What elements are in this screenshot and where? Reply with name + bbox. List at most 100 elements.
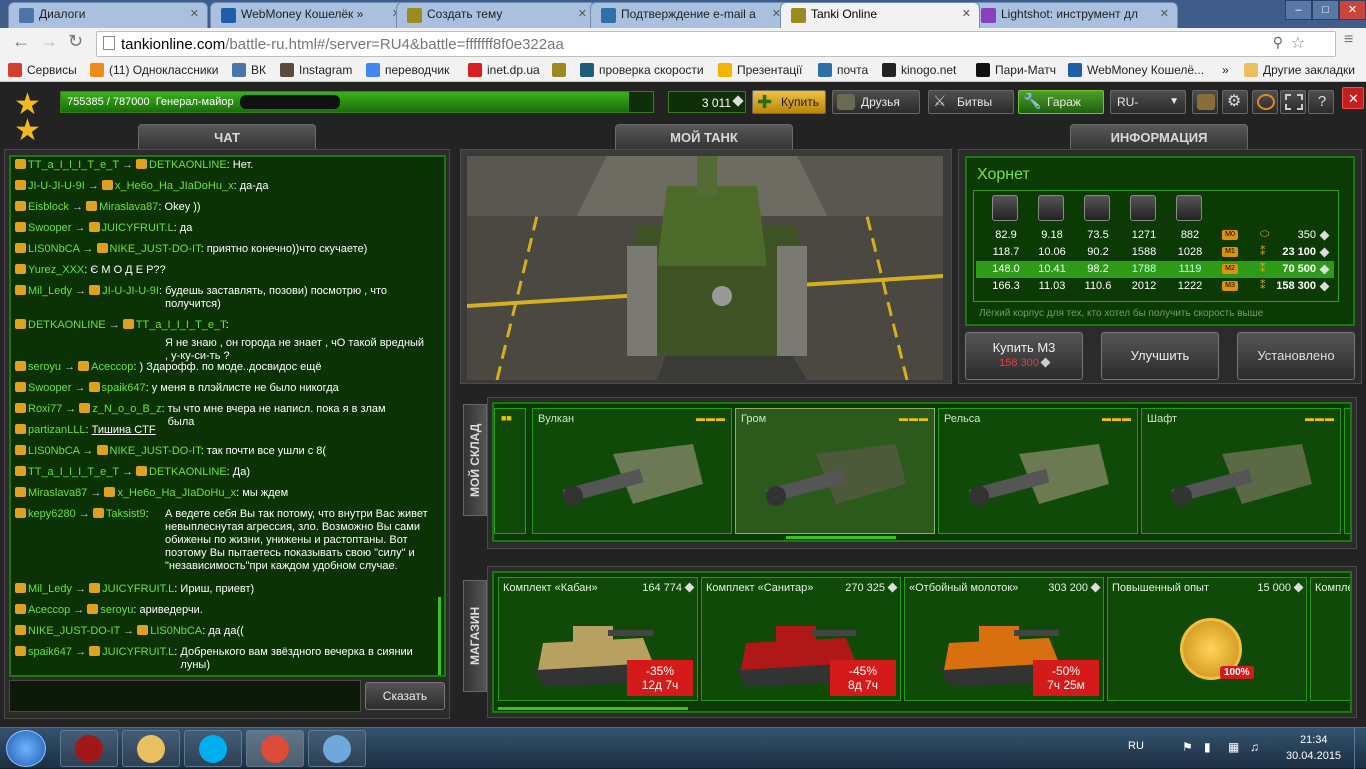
bookmark-item[interactable]: inet.dp.ua: [468, 63, 540, 77]
settings-button[interactable]: ⚙: [1222, 90, 1248, 114]
garage-item[interactable]: Вулкан ▬▬▬: [532, 408, 732, 534]
chat-scrollbar[interactable]: [438, 597, 441, 675]
exit-button[interactable]: ✕: [1342, 87, 1364, 109]
chat-sender[interactable]: Swooper: [28, 222, 71, 234]
tab-close-icon[interactable]: ✕: [578, 7, 587, 20]
bookmark-item[interactable]: переводчик: [366, 63, 449, 77]
chat-recipient[interactable]: x_He6o_Ha_JIaDoHu_x: [117, 487, 236, 499]
battles-button[interactable]: ⚔ Битвы: [928, 90, 1014, 114]
chat-sender[interactable]: spaik647: [28, 646, 72, 658]
show-desktop-button[interactable]: [1354, 728, 1366, 769]
chat-sender[interactable]: partizanLLL: [28, 424, 86, 436]
buy-m3-button[interactable]: Купить M3 158 300: [965, 332, 1083, 380]
taskbar-app[interactable]: [60, 730, 118, 767]
chat-log[interactable]: TT_a_I_I_I_T_e_T → DETKAONLINE: Нет. JI-U…: [9, 155, 446, 677]
chat-sender[interactable]: Mil_Ledy: [28, 583, 72, 595]
chat-sender[interactable]: LIS0NbCA: [28, 445, 79, 457]
address-bar[interactable]: tankionline.com/battle-ru.html#/server=R…: [96, 31, 1336, 57]
language-select[interactable]: RU- ▼: [1110, 90, 1186, 114]
bookmark-item[interactable]: »: [1222, 63, 1229, 77]
shop-scrollbar[interactable]: [498, 707, 688, 710]
clan-button[interactable]: [1192, 90, 1218, 114]
browser-tab[interactable]: Tanki Online ✕: [780, 2, 980, 28]
tab-close-icon[interactable]: ✕: [962, 7, 971, 20]
reload-icon[interactable]: ↻: [68, 31, 83, 52]
tab-close-icon[interactable]: ✕: [1160, 7, 1169, 20]
chat-sender[interactable]: Roxi77: [28, 403, 62, 415]
bookmark-item[interactable]: проверка скорости: [580, 63, 704, 77]
chat-sender[interactable]: JI-U-JI-U-9I: [28, 180, 85, 192]
taskbar-app[interactable]: [122, 730, 180, 767]
chat-recipient[interactable]: DETKAONLINE: [149, 466, 227, 478]
chat-sender[interactable]: LIS0NbCA: [28, 243, 79, 255]
taskbar-app[interactable]: [246, 730, 304, 767]
chat-sender[interactable]: Yurez_XXX: [28, 264, 84, 276]
chat-sender[interactable]: Miraslava87: [28, 487, 87, 499]
bookmark-item[interactable]: Другие закладки: [1244, 63, 1355, 77]
buy-crystals-button[interactable]: ✚ Купить: [752, 90, 826, 114]
back-icon[interactable]: ←: [12, 31, 30, 52]
stats-row[interactable]: 82.9 9.18 73.5 1271 882 M0 ⬭ 350: [976, 227, 1334, 244]
bookmark-item[interactable]: Instagram: [280, 63, 352, 77]
chat-sender[interactable]: TT_a_I_I_I_T_e_T: [28, 159, 119, 171]
garage-item[interactable]: Рельса ▬▬▬: [938, 408, 1138, 534]
network-icon[interactable]: ▦: [1228, 740, 1239, 754]
chat-recipient[interactable]: x_He6o_Ha_JIaDoHu_x: [115, 180, 234, 192]
chat-input[interactable]: [9, 680, 361, 712]
browser-tab[interactable]: Создать тему ✕: [396, 2, 596, 28]
flag-icon[interactable]: ⚑: [1182, 740, 1193, 754]
bookmark-item[interactable]: Сервисы: [8, 63, 77, 77]
bookmark-item[interactable]: [552, 63, 571, 77]
stats-row[interactable]: 166.3 11.03 110.6 2012 1222 M3 ⁑ 158 300: [976, 278, 1334, 295]
garage-item[interactable]: Гром ▬▬▬: [735, 408, 935, 534]
bookmark-item[interactable]: Пари-Матч: [976, 63, 1056, 77]
chat-recipient[interactable]: Taksist9: [106, 508, 146, 520]
bookmark-item[interactable]: WebMoney Кошелё...: [1068, 63, 1204, 77]
fullscreen-button[interactable]: [1280, 90, 1306, 114]
chat-sender[interactable]: Acеccop: [28, 604, 70, 616]
chat-recipient[interactable]: seroyu: [100, 604, 133, 616]
chat-recipient[interactable]: LIS0NbCA: [150, 625, 202, 637]
chat-recipient[interactable]: JUICYFRUIT.L: [102, 222, 174, 234]
chat-recipient[interactable]: Acеccop: [91, 361, 133, 373]
menu-icon[interactable]: ≡: [1344, 31, 1353, 49]
maximize-button[interactable]: □: [1312, 0, 1339, 20]
chat-sender[interactable]: DETKAONLINE: [28, 319, 106, 331]
bookmark-item[interactable]: kinogo.net: [882, 63, 956, 77]
chat-recipient[interactable]: spaik647: [102, 382, 146, 394]
device-icon[interactable]: ▮: [1204, 740, 1211, 754]
garage-scrollbar[interactable]: [786, 536, 896, 539]
upgrade-button[interactable]: Улучшить: [1101, 332, 1219, 380]
shop-item[interactable]: Комплект «Санитар» 270 325 -45% 8д 7ч: [701, 577, 901, 701]
clock-time[interactable]: 21:34: [1300, 734, 1328, 746]
chat-recipient[interactable]: JI-U-JI-U-9I: [102, 285, 159, 297]
stats-row[interactable]: 148.0 10.41 98.2 1788 1119 M2 ⁑ 70 500: [976, 261, 1334, 278]
garage-button[interactable]: 🔧 Гараж: [1018, 90, 1104, 114]
installed-button[interactable]: Установлено: [1237, 332, 1355, 380]
say-button[interactable]: Сказать: [365, 682, 445, 710]
chat-sender[interactable]: kepy6280: [28, 508, 76, 520]
chat-sender[interactable]: Swooper: [28, 382, 71, 394]
chat-recipient[interactable]: NIKE_JUST-DO-IT: [110, 243, 201, 255]
bookmark-item[interactable]: Презентації: [718, 63, 802, 77]
volume-icon[interactable]: ♫: [1250, 740, 1259, 754]
forward-icon[interactable]: →: [40, 31, 58, 52]
chat-sender[interactable]: seroyu: [28, 361, 61, 373]
chat-sender[interactable]: Mil_Ledy: [28, 285, 72, 297]
chat-recipient[interactable]: Miraslava87: [99, 201, 158, 213]
bookmark-item[interactable]: почта: [818, 63, 868, 77]
browser-tab[interactable]: Lightshot: инструмент дл ✕: [970, 2, 1178, 28]
stats-row[interactable]: 118.7 10.06 90.2 1588 1028 M1 ⁑ 23 100: [976, 244, 1334, 261]
chat-sender[interactable]: NIKE_JUST-DO-IT: [28, 625, 120, 637]
chat-recipient[interactable]: JUICYFRUIT.L: [102, 583, 174, 595]
browser-tab[interactable]: Подтверждение e-mail а ✕: [590, 2, 790, 28]
chat-sender[interactable]: TT_a_I_I_I_T_e_T: [28, 466, 119, 478]
shop-item[interactable]: Повышенный опыт 15 000 100%: [1107, 577, 1307, 701]
next-item-edge[interactable]: [1344, 408, 1350, 534]
friends-button[interactable]: Друзья: [832, 90, 920, 114]
chat-recipient[interactable]: JUICYFRUIT.L: [102, 646, 174, 658]
clock-date[interactable]: 30.04.2015: [1286, 750, 1341, 762]
tray-language[interactable]: RU: [1128, 740, 1144, 752]
bookmark-item[interactable]: (11) Одноклассники: [90, 63, 219, 77]
zoom-icon[interactable]: ⚲: [1273, 34, 1283, 51]
